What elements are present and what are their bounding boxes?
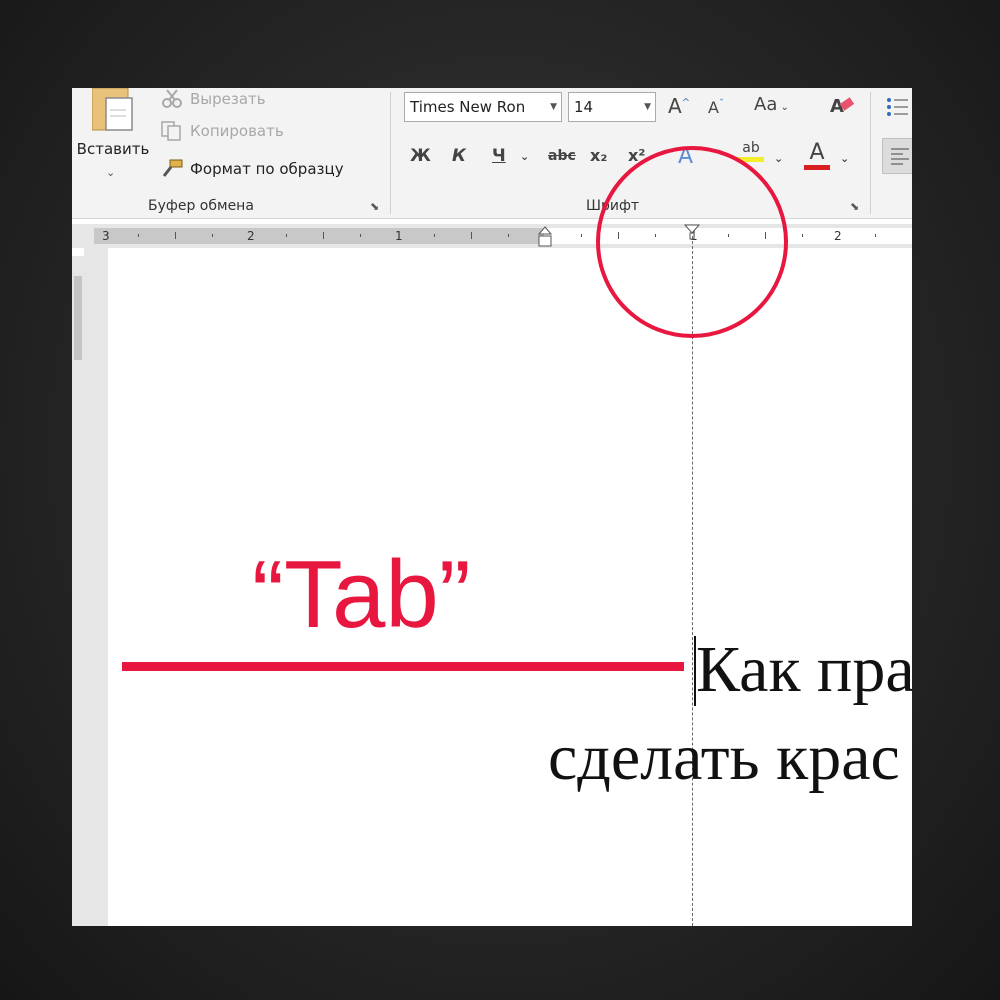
ruler-margin-area — [94, 228, 544, 244]
font-color-dropdown-icon[interactable]: ⌄ — [840, 152, 849, 165]
font-name-select[interactable]: Times New Ron ▼ — [404, 92, 562, 122]
vertical-ruler-margin — [74, 276, 82, 360]
group-divider — [870, 92, 871, 214]
strikethrough-button[interactable]: abc — [548, 148, 576, 164]
font-size-select[interactable]: 14 ▼ — [568, 92, 656, 122]
grow-font-icon[interactable]: A^ — [668, 94, 690, 118]
copy-button[interactable]: Копировать — [160, 120, 284, 142]
ruler-tick — [508, 234, 509, 237]
italic-button[interactable]: К — [452, 146, 466, 166]
format-painter-button[interactable]: Формат по образцу — [160, 158, 344, 180]
ruler-tick — [212, 234, 213, 237]
underline-button[interactable]: Ч — [492, 146, 506, 166]
font-dialog-launcher-icon[interactable]: ⬊ — [850, 200, 859, 213]
indent-guide-line — [692, 236, 693, 926]
ribbon: Вставить ⌄ Вырезать Копировать Формат по… — [72, 88, 912, 219]
paste-dropdown-chevron-icon[interactable]: ⌄ — [106, 166, 115, 179]
word-window: Вставить ⌄ Вырезать Копировать Формат по… — [72, 88, 912, 926]
cut-button[interactable]: Вырезать — [160, 88, 266, 110]
ruler-number: 2 — [834, 229, 842, 243]
highlight-dropdown-icon[interactable]: ⌄ — [774, 152, 783, 165]
ruler-tick — [581, 234, 582, 237]
text-cursor — [694, 636, 696, 706]
ruler-number: 2 — [247, 229, 255, 243]
tab-annotation-label: “Tab” — [252, 541, 471, 648]
document-line-2[interactable]: сделать крас — [548, 720, 900, 796]
vertical-ruler[interactable] — [72, 256, 84, 926]
format-painter-label: Формат по образцу — [190, 160, 344, 178]
copy-icon — [160, 120, 184, 142]
tab-indent-line — [122, 662, 684, 671]
font-size-value: 14 — [574, 98, 594, 116]
ruler-number: 1 — [395, 229, 403, 243]
font-color-icon[interactable]: A — [804, 140, 830, 170]
ruler-tick — [802, 234, 803, 237]
group-divider — [390, 92, 391, 214]
ruler-tick — [138, 234, 139, 237]
underline-dropdown-icon[interactable]: ⌄ — [520, 150, 529, 163]
clipboard-dialog-launcher-icon[interactable]: ⬊ — [370, 200, 379, 213]
paste-icon[interactable] — [91, 88, 138, 134]
subscript-button[interactable]: x₂ — [590, 146, 607, 165]
document-page[interactable] — [108, 256, 912, 926]
align-left-icon[interactable] — [882, 138, 912, 174]
scissors-icon — [160, 88, 184, 110]
ruler-number: 3 — [102, 229, 110, 243]
copy-label: Копировать — [190, 122, 284, 140]
cut-label: Вырезать — [190, 90, 266, 108]
paintbrush-icon — [160, 158, 184, 180]
page-margin — [84, 248, 108, 926]
ruler-tick — [471, 232, 472, 239]
left-indent-marker-icon[interactable] — [537, 226, 553, 252]
ruler-highlight-circle — [596, 146, 788, 338]
font-name-value: Times New Ron — [410, 98, 526, 116]
ruler-tick — [175, 232, 176, 239]
clear-formatting-icon[interactable]: A — [828, 92, 856, 123]
font-size-dropdown-icon: ▼ — [644, 102, 651, 112]
bold-button[interactable]: Ж — [410, 146, 431, 166]
ruler-tick — [434, 234, 435, 237]
ruler-tick — [323, 232, 324, 239]
ruler-tick — [286, 234, 287, 237]
ruler-tick — [360, 234, 361, 237]
ruler-tick — [875, 234, 876, 237]
font-name-dropdown-icon: ▼ — [550, 102, 557, 112]
bullets-icon[interactable] — [886, 96, 908, 123]
shrink-font-icon[interactable]: Aˇ — [708, 98, 724, 117]
paste-button[interactable]: Вставить — [72, 140, 154, 158]
change-case-button[interactable]: Aa ⌄ — [754, 94, 789, 115]
clipboard-group-label: Буфер обмена — [148, 198, 254, 214]
highlight-icon[interactable]: ab — [738, 140, 764, 162]
document-line-1[interactable]: Как пра — [696, 632, 912, 708]
